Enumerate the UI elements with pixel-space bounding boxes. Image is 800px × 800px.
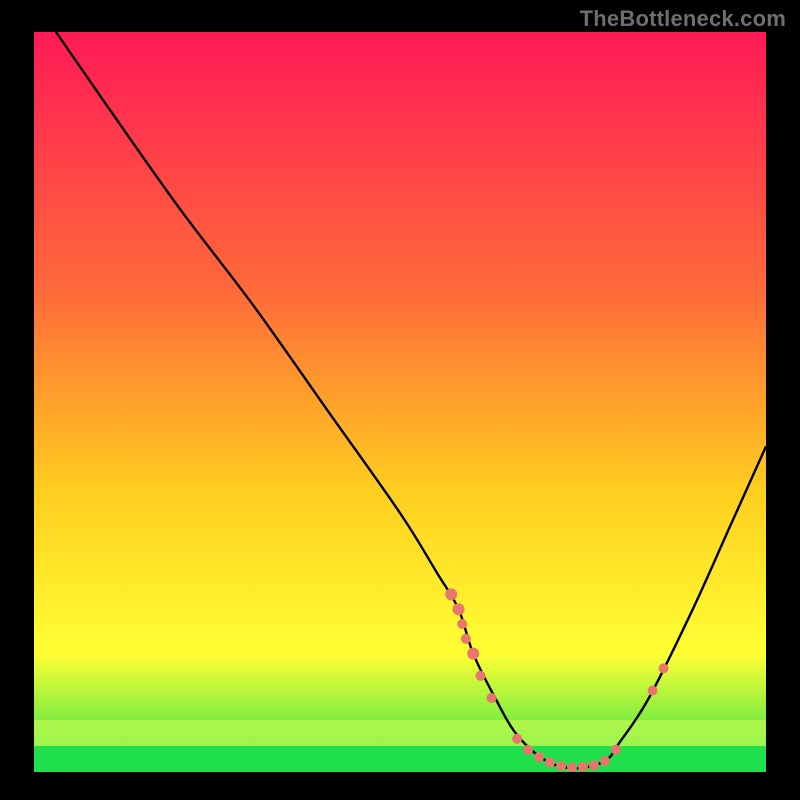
- green-band: [34, 746, 766, 772]
- data-marker: [457, 619, 467, 629]
- data-marker: [512, 734, 522, 744]
- data-marker: [648, 686, 658, 696]
- data-marker: [461, 634, 471, 644]
- data-marker: [476, 671, 486, 681]
- data-marker: [567, 763, 577, 773]
- data-marker: [659, 663, 669, 673]
- data-marker: [611, 745, 621, 755]
- yellow-band: [34, 720, 766, 746]
- data-marker: [578, 762, 588, 772]
- data-marker: [445, 588, 457, 600]
- data-marker: [556, 761, 566, 771]
- data-marker: [487, 693, 497, 703]
- data-marker: [600, 756, 610, 766]
- chart-frame: TheBottleneck.com: [0, 0, 800, 800]
- data-marker: [467, 648, 479, 660]
- data-marker: [523, 745, 533, 755]
- data-marker: [589, 760, 599, 770]
- bottleneck-chart: [0, 0, 800, 800]
- data-marker: [453, 603, 465, 615]
- data-marker: [545, 757, 555, 767]
- data-marker: [534, 752, 544, 762]
- gradient-background: [34, 32, 766, 772]
- watermark-text: TheBottleneck.com: [580, 6, 786, 32]
